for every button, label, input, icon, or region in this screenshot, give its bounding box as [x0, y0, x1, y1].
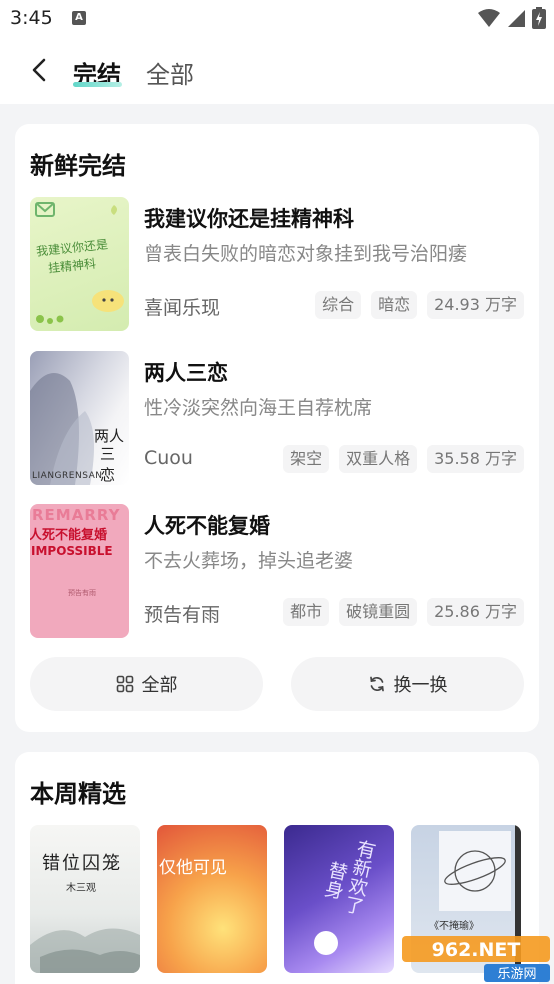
- watermark-text: 962.NET: [432, 939, 521, 961]
- cover-subtitle: LIANGRENSAN: [32, 471, 103, 481]
- book-tags: 架空 双重人格 35.58 万字: [283, 445, 524, 473]
- section-title: 新鲜完结: [30, 152, 126, 180]
- refresh-label: 换一换: [393, 675, 448, 696]
- book-description: 性冷淡突然向海王自荐枕席: [144, 397, 373, 419]
- book-item[interactable]: REMARRY 人死不能复婚 IMPOSSIBLE 预告有雨 人死不能复婚 不去…: [30, 504, 524, 638]
- book-cover[interactable]: 仅他可见: [157, 825, 267, 973]
- book-title[interactable]: 人死不能复婚: [144, 510, 270, 540]
- section-title: 本周精选: [30, 780, 126, 808]
- cover-title-line2: 三恋: [100, 445, 116, 484]
- tag: 架空: [283, 445, 330, 473]
- cover-title: 《不掩瑜》: [429, 921, 479, 932]
- cover-author: 预告有雨: [68, 589, 96, 597]
- view-all-button[interactable]: 全部: [30, 657, 263, 711]
- status-bar: 3:45 A: [0, 0, 554, 36]
- book-description: 不去火葬场，掉头追老婆: [144, 550, 354, 572]
- book-author: Cuou: [144, 447, 193, 469]
- book-cover[interactable]: 我建议你还是 挂精神科: [30, 197, 129, 331]
- grid-icon: [116, 675, 133, 693]
- book-cover[interactable]: 错位囚笼 木三观: [30, 825, 140, 973]
- tag: 都市: [283, 598, 330, 626]
- tag: 破镜重圆: [339, 598, 418, 626]
- book-title[interactable]: 我建议你还是挂精神科: [144, 203, 354, 233]
- notification-icon: A: [72, 11, 86, 25]
- wifi-icon: [478, 9, 500, 27]
- watermark-subtext: 乐游网: [497, 967, 536, 982]
- system-icons: [478, 7, 546, 29]
- book-author: 预告有雨: [144, 604, 221, 626]
- cover-title: 错位囚笼: [42, 853, 122, 874]
- tag: 暗恋: [371, 291, 418, 319]
- word-count: 35.58 万字: [427, 445, 524, 473]
- watermark-logo: 962.NET 乐游网: [402, 936, 550, 982]
- cover-subtitle: IMPOSSIBLE: [31, 544, 113, 558]
- view-all-label: 全部: [141, 675, 178, 696]
- refresh-icon: [369, 676, 384, 692]
- book-cover[interactable]: 有新欢了 替身: [284, 825, 394, 973]
- cover-text-top: REMARRY: [32, 506, 121, 524]
- word-count: 25.86 万字: [427, 598, 524, 626]
- book-author: 喜闻乐现: [144, 297, 221, 319]
- site-watermark: 962.NET 乐游网: [402, 936, 550, 982]
- back-arrow-icon[interactable]: [26, 54, 54, 86]
- cover-title: 仅他可见: [159, 858, 227, 878]
- word-count: 24.93 万字: [427, 291, 524, 319]
- book-description: 曾表白失败的暗恋对象挂到我号治阳痿: [144, 243, 468, 265]
- top-nav: 完结 全部: [0, 36, 554, 104]
- tag: 双重人格: [339, 445, 418, 473]
- status-time: 3:45: [10, 7, 53, 29]
- battery-icon: [532, 7, 546, 29]
- book-title[interactable]: 两人三恋: [144, 357, 228, 387]
- book-item[interactable]: 两人 三恋 LIANGRENSAN 两人三恋 性冷淡突然向海王自荐枕席 Cuou…: [30, 351, 524, 485]
- book-item[interactable]: 我建议你还是 挂精神科 我建议你还是挂精神科 曾表白失败的暗恋对象挂到我号治阳痿…: [30, 197, 524, 331]
- tab-all[interactable]: 全部: [146, 55, 194, 90]
- signal-icon: [508, 10, 525, 27]
- book-cover[interactable]: REMARRY 人死不能复婚 IMPOSSIBLE 预告有雨: [30, 504, 129, 638]
- book-tags: 都市 破镜重圆 25.86 万字: [283, 598, 524, 626]
- tag: 综合: [315, 291, 362, 319]
- cover-title: 人死不能复婚: [30, 528, 108, 543]
- cover-author: 木三观: [66, 883, 96, 894]
- cover-art: [30, 928, 140, 973]
- fresh-completed-card: 新鲜完结 我建议你还是 挂精神科 我建议你还是挂精神科 曾表白失败的暗恋对象挂到…: [15, 124, 539, 732]
- book-cover[interactable]: 两人 三恋 LIANGRENSAN: [30, 351, 129, 485]
- refresh-button[interactable]: 换一换: [291, 657, 524, 711]
- tab-active-indicator: [73, 82, 122, 87]
- book-tags: 综合 暗恋 24.93 万字: [315, 291, 524, 319]
